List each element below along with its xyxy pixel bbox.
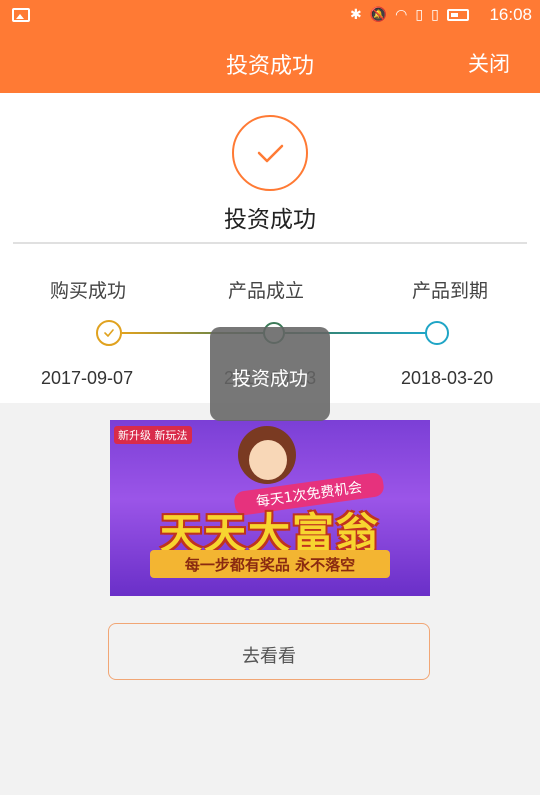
- go-see-button-label: 去看看: [242, 646, 296, 667]
- step-date-maturity: 2018-03-20: [401, 368, 494, 388]
- step-label-maturity: 产品到期: [412, 280, 489, 302]
- bluetooth-icon: ✱: [350, 7, 362, 23]
- image-icon: [12, 8, 30, 22]
- page-title: 投资成功: [225, 54, 314, 79]
- toast: 投资成功: [210, 327, 330, 421]
- sim-icon: ▯: [415, 7, 424, 23]
- step-label-purchase: 购买成功: [50, 280, 127, 302]
- mute-icon: 🔕: [369, 7, 388, 23]
- step-date-purchase: 2017-09-07: [41, 368, 134, 388]
- character-face: [249, 440, 287, 480]
- banner-ribbon: 每一步都有奖品 永不落空: [150, 550, 390, 578]
- toast-text: 投资成功: [231, 368, 308, 390]
- status-bar: ✱ 🔕 ◠ ▯ ▯ 16:08: [0, 0, 540, 30]
- step-done-icon: [96, 320, 122, 346]
- step-label-established: 产品成立: [228, 280, 305, 302]
- banner-tag: 新升级 新玩法: [114, 426, 192, 444]
- banner-slogan: 每一步都有奖品 永不落空: [184, 556, 356, 574]
- sim-icon: ▯: [431, 7, 439, 23]
- step-node-icon: [425, 321, 449, 345]
- success-check-icon: [232, 115, 308, 191]
- wifi-icon: ◠: [395, 7, 408, 23]
- go-see-button[interactable]: 去看看: [108, 623, 430, 680]
- battery-icon: [446, 9, 469, 21]
- status-time: 16:08: [489, 5, 532, 24]
- divider: [13, 242, 527, 244]
- close-button[interactable]: 关闭: [468, 48, 510, 78]
- promo-banner[interactable]: 新升级 新玩法 每天1次免费机会 天天大富翁 每一步都有奖品 永不落空: [110, 420, 430, 596]
- status-icons: ✱ 🔕 ◠ ▯ ▯: [350, 6, 469, 24]
- success-title: 投资成功: [224, 207, 316, 233]
